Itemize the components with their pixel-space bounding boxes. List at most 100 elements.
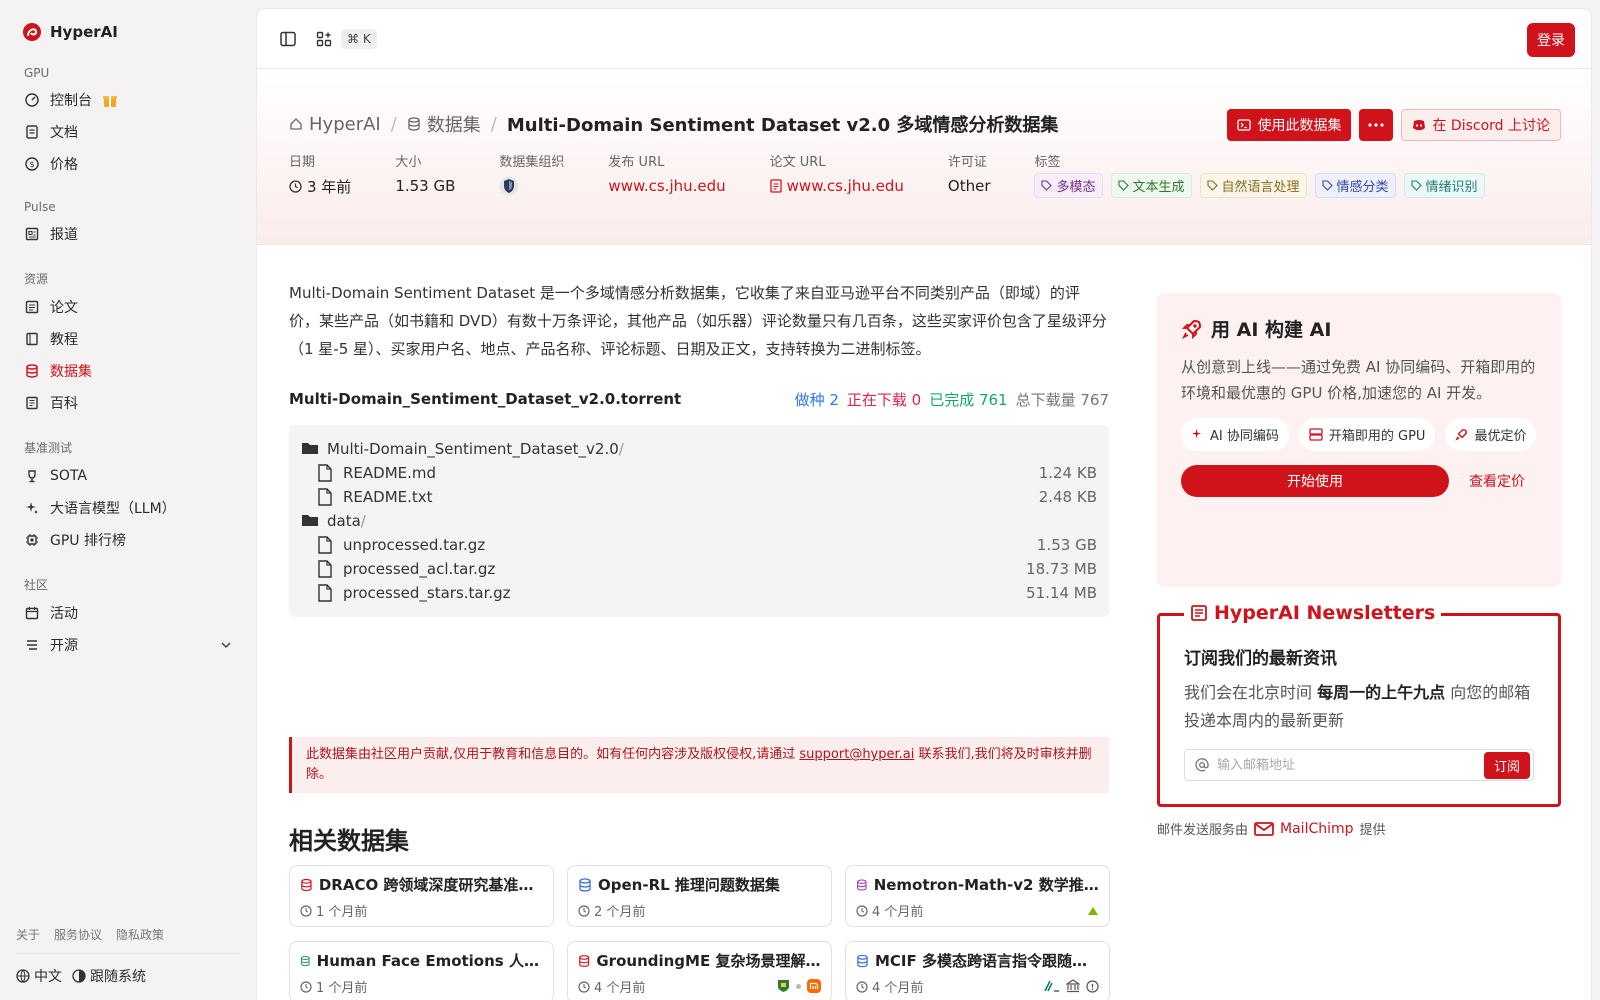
related-dataset-card[interactable]: MCIF 多模态跨语言指令跟随数据集 4 个月前	[845, 941, 1110, 1000]
discord-label: 在 Discord 上讨论	[1432, 118, 1550, 134]
related-dataset-card[interactable]: Nemotron-Math-v2 数学推理数据集 4 个月前	[845, 865, 1110, 927]
publish-url-link[interactable]: www.cs.jhu.edu	[608, 173, 725, 199]
related-dataset-card[interactable]: Human Face Emotions 人脸情绪数据集 1 个月前	[289, 941, 554, 1000]
sidebar-item-events[interactable]: 活动	[16, 597, 240, 629]
file-name: README.md	[343, 464, 437, 482]
start-button[interactable]: 开始使用	[1181, 465, 1449, 497]
hyperai-logo-icon	[23, 23, 41, 41]
sidebar-item-wiki[interactable]: 百科	[16, 387, 240, 419]
tag[interactable]: 情感分类	[1314, 173, 1396, 198]
file-row[interactable]: processed_acl.tar.gz 18.73 MB	[301, 557, 1097, 581]
related-dataset-card[interactable]: GroundingME 复杂场景理解数据集 4 个月前	[567, 941, 832, 1000]
breadcrumb-datasets-label: 数据集	[426, 115, 481, 136]
breadcrumb-datasets[interactable]: 数据集	[407, 111, 481, 137]
file-icon	[770, 179, 782, 193]
card-title: Nemotron-Math-v2 数学推理数据集	[873, 876, 1099, 894]
rocket-icon	[1455, 429, 1468, 441]
tag[interactable]: 情绪识别	[1403, 173, 1485, 198]
theme-switcher[interactable]: 跟随系统	[72, 966, 146, 986]
file-icon	[317, 584, 335, 602]
tag-icon	[1410, 180, 1422, 191]
related-dataset-card[interactable]: DRACO 跨领域深度研究基准数据集 1 个月前	[289, 865, 554, 927]
sidebar-item-label: 开源	[50, 638, 78, 654]
sidebar-item-label: 报道	[50, 227, 78, 243]
sidebar-item-news[interactable]: 报道	[16, 218, 240, 250]
database-icon	[408, 117, 420, 131]
sidebar-toggle-icon[interactable]	[279, 30, 297, 48]
privacy-link[interactable]: 隐私政策	[116, 926, 164, 943]
database-icon	[857, 878, 867, 891]
language-switcher[interactable]: 中文	[16, 966, 62, 986]
newspaper-icon	[1191, 605, 1207, 621]
chevron-down-icon[interactable]	[220, 639, 232, 651]
completed-count: 已完成 761	[929, 390, 1008, 409]
clock-icon	[578, 904, 590, 917]
folder-row[interactable]: Multi-Domain_Sentiment_Dataset_v2.0/	[301, 437, 1097, 461]
use-dataset-label: 使用此数据集	[1257, 118, 1342, 134]
sidebar-item-sota[interactable]: SOTA	[16, 460, 240, 492]
support-email-link[interactable]: support@hyper.ai	[799, 747, 914, 762]
discord-discuss-button[interactable]: 在 Discord 上讨论	[1401, 109, 1561, 141]
file-row[interactable]: unprocessed.tar.gz 1.53 GB	[301, 533, 1097, 557]
file-icon	[317, 560, 335, 578]
sidebar-item-papers[interactable]: 论文	[16, 291, 240, 323]
tag[interactable]: 文本生成	[1110, 173, 1192, 198]
org-avatar[interactable]	[499, 173, 564, 199]
paper-icon	[24, 299, 40, 315]
tag-label: 多模态	[1056, 180, 1096, 195]
dataset-description: Multi-Domain Sentiment Dataset 是一个多域情感分析…	[289, 284, 1107, 358]
about-link[interactable]: 关于	[16, 926, 40, 943]
sidebar-item-open-source[interactable]: 开源	[16, 629, 240, 661]
sidebar-item-docs[interactable]: 文档	[16, 116, 240, 148]
terms-link[interactable]: 服务协议	[54, 926, 102, 943]
more-options-button[interactable]	[1359, 109, 1394, 141]
folder-row[interactable]: data /	[301, 509, 1097, 533]
tag-icon	[1041, 180, 1053, 191]
card-date: 4 个月前	[594, 981, 646, 996]
database-icon	[24, 363, 40, 379]
subscribe-button[interactable]: 订阅	[1483, 751, 1530, 779]
sidebar-item-datasets[interactable]: 数据集	[16, 355, 240, 387]
file-row[interactable]: README.md 1.24 KB	[301, 461, 1097, 485]
mailchimp-link[interactable]: MailChimp	[1280, 821, 1354, 837]
sidebar-item-gpu-ranking[interactable]: GPU 排行榜	[16, 524, 240, 556]
globe-icon	[16, 969, 30, 983]
login-button[interactable]: 登录	[1527, 23, 1575, 57]
sidebar-heading: 社区	[24, 578, 49, 592]
tag[interactable]: 自然语言处理	[1199, 173, 1307, 198]
paper-url-link[interactable]: www.cs.jhu.edu	[770, 173, 904, 199]
torrent-stats: 做种 2 正在下载 0 已完成 761 总下载量 767	[795, 389, 1109, 410]
sidebar-item-console[interactable]: 控制台	[16, 84, 240, 116]
gift-icon	[103, 96, 117, 107]
use-dataset-button[interactable]: 使用此数据集	[1227, 109, 1352, 141]
news-icon	[24, 226, 40, 242]
email-input[interactable]	[1217, 757, 1476, 773]
breadcrumb-home[interactable]: HyperAI	[289, 114, 381, 135]
sidebar-item-llm[interactable]: 大语言模型（LLM）	[16, 492, 240, 524]
file-name: processed_stars.tar.gz	[343, 584, 511, 602]
sidebar-heading: 资源	[24, 272, 49, 286]
tag-list: 多模态 文本生成 自然语言处理 情感分类 情绪识别	[1034, 173, 1485, 198]
sidebar-item-tutorials[interactable]: 教程	[16, 323, 240, 355]
related-dataset-card[interactable]: Open-RL 推理问题数据集 2 个月前	[567, 865, 832, 927]
sidebar-item-pricing[interactable]: $ 价格	[16, 148, 240, 180]
meta-value: 3 年前	[289, 173, 351, 199]
view-pricing-link[interactable]: 查看定价	[1469, 471, 1525, 491]
sidebar-item-label: 大语言模型（LLM）	[50, 501, 176, 517]
tag[interactable]: 多模态	[1034, 173, 1103, 198]
size-value: 1.53 GB	[395, 177, 456, 195]
file-icon	[317, 488, 335, 506]
sidebar-section-gpu: GPU 控制台 文档 $ 价格	[16, 58, 240, 180]
torrent-filename[interactable]: Multi-Domain_Sentiment_Dataset_v2.0.torr…	[289, 390, 681, 408]
file-row[interactable]: README.txt 2.48 KB	[301, 485, 1097, 509]
brand[interactable]: HyperAI	[22, 18, 240, 46]
org-logo-icon	[1088, 907, 1098, 915]
database-icon	[579, 877, 591, 892]
command-palette-button[interactable]: ⌘ K	[315, 28, 377, 49]
topbar: ⌘ K 登录	[257, 9, 1591, 69]
file-size: 51.14 MB	[1026, 584, 1097, 602]
file-row[interactable]: processed_stars.tar.gz 51.14 MB	[301, 581, 1097, 605]
sidebar-item-label: 教程	[50, 332, 78, 348]
promo-title-text: 用 AI 构建 AI	[1211, 319, 1332, 341]
card-title: DRACO 跨领域深度研究基准数据集	[318, 876, 543, 894]
